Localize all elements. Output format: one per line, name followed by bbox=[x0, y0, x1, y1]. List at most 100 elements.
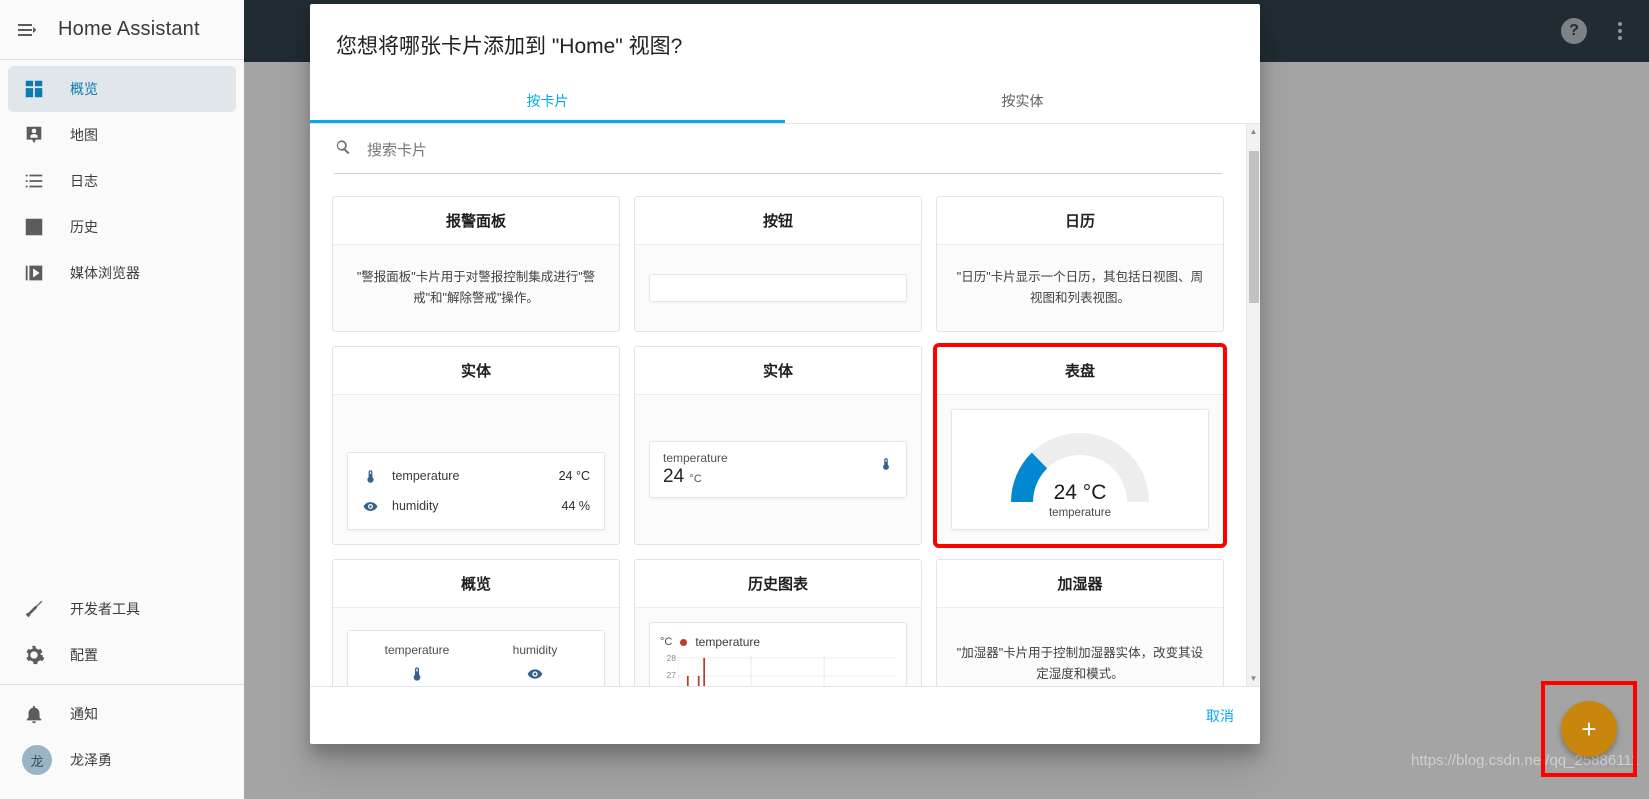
card-option-preview: temperature 24 °C bbox=[635, 395, 921, 544]
sidebar-item-logbook[interactable]: 日志 bbox=[8, 158, 236, 204]
hammer-wrench-icon bbox=[22, 597, 46, 621]
entity-unit: °C bbox=[689, 473, 702, 485]
sidebar-item-user[interactable]: 龙 龙泽勇 bbox=[8, 737, 236, 783]
eye-icon bbox=[362, 499, 378, 514]
sidebar-item-label: 配置 bbox=[70, 647, 98, 663]
sidebar-tools: 开发者工具 配置 bbox=[0, 586, 244, 678]
sidebar-divider bbox=[0, 684, 244, 685]
bell-icon bbox=[22, 702, 46, 726]
sidebar-item-overview[interactable]: 概览 bbox=[8, 66, 236, 112]
add-card-fab[interactable]: + bbox=[1561, 701, 1617, 757]
cancel-button[interactable]: 取消 bbox=[1206, 706, 1234, 726]
gear-icon bbox=[22, 643, 46, 667]
button-card-preview bbox=[649, 274, 907, 302]
card-option-title: 实体 bbox=[635, 347, 921, 395]
sidebar-item-label: 概览 bbox=[70, 81, 98, 97]
y-tick: 28 bbox=[666, 652, 676, 663]
view-dashboard-icon bbox=[22, 77, 46, 101]
chart-canvas bbox=[678, 655, 896, 686]
sidebar-item-map[interactable]: 地图 bbox=[8, 112, 236, 158]
thermometer-icon bbox=[362, 469, 378, 484]
glance-item-name: humidity bbox=[512, 643, 558, 657]
scrollbar-thumb[interactable] bbox=[1249, 151, 1259, 303]
app-title: Home Assistant bbox=[58, 18, 200, 40]
chart-box-icon bbox=[22, 215, 46, 239]
card-option-preview bbox=[635, 245, 921, 331]
format-list-icon bbox=[22, 169, 46, 193]
eye-icon bbox=[476, 666, 594, 686]
card-option-title: 报警面板 bbox=[333, 197, 619, 245]
tab-by-card[interactable]: 按卡片 bbox=[310, 78, 785, 123]
glance-card-preview: temperature 24 °C humidity bbox=[347, 630, 605, 686]
entity-name: temperature bbox=[663, 451, 728, 465]
sidebar-item-label: 媒体浏览器 bbox=[70, 265, 140, 281]
entities-row-value: 44 % bbox=[561, 499, 591, 513]
sidebar-item-label: 通知 bbox=[70, 706, 98, 722]
legend-marker bbox=[680, 638, 688, 646]
search-input[interactable] bbox=[367, 141, 1222, 159]
tab-indicator bbox=[310, 120, 785, 123]
card-option-history-graph[interactable]: 历史图表 °C temperature 28 27 bbox=[634, 559, 922, 686]
sidebar-header: Home Assistant bbox=[0, 0, 244, 60]
sidebar-item-configuration[interactable]: 配置 bbox=[8, 632, 236, 678]
card-option-title: 历史图表 bbox=[635, 560, 921, 608]
chart-legend: °C temperature bbox=[660, 635, 896, 649]
card-option-entity[interactable]: 实体 temperature 24 °C bbox=[634, 346, 922, 545]
scroll-up-icon[interactable]: ▲ bbox=[1250, 124, 1258, 139]
sidebar-item-media-browser[interactable]: 媒体浏览器 bbox=[8, 250, 236, 296]
map-marker-icon bbox=[22, 123, 46, 147]
entities-card-preview: temperature 24 °C humidity 44 % bbox=[347, 452, 605, 530]
dialog-scrollbar[interactable]: ▲ ▼ bbox=[1246, 124, 1260, 686]
history-graph-preview: °C temperature 28 27 26 25 bbox=[649, 622, 907, 686]
chart-plot-area: 28 27 26 25 bbox=[660, 652, 896, 686]
menu-collapse-icon[interactable] bbox=[10, 13, 44, 47]
card-option-title: 概览 bbox=[333, 560, 619, 608]
search-row bbox=[334, 138, 1222, 174]
sidebar-user-label: 龙泽勇 bbox=[70, 752, 112, 768]
card-option-calendar[interactable]: 日历 "日历"卡片显示一个日历，其包括日视图、周视图和列表视图。 bbox=[936, 196, 1224, 332]
card-option-preview: temperature 24 °C humidity 44 % bbox=[333, 395, 619, 544]
card-option-humidifier[interactable]: 加湿器 "加湿器"卡片用于控制加湿器实体，改变其设定湿度和模式。 bbox=[936, 559, 1224, 686]
legend-label: temperature bbox=[695, 635, 761, 649]
entity-value: 24 bbox=[663, 466, 685, 487]
sidebar-item-label: 历史 bbox=[70, 219, 98, 235]
card-option-preview: temperature 24 °C humidity bbox=[333, 608, 619, 686]
chart-unit-label: °C bbox=[660, 636, 673, 648]
avatar: 龙 bbox=[22, 745, 52, 775]
card-option-button[interactable]: 按钮 bbox=[634, 196, 922, 332]
card-option-alarm-panel[interactable]: 报警面板 "警报面板"卡片用于对警报控制集成进行"警戒"和"解除警戒"操作。 bbox=[332, 196, 620, 332]
card-option-description: "警报面板"卡片用于对警报控制集成进行"警戒"和"解除警戒"操作。 bbox=[356, 270, 596, 305]
dialog-tabs: 按卡片 按实体 bbox=[310, 78, 1260, 124]
card-option-description: "加湿器"卡片用于控制加湿器实体，改变其设定湿度和模式。 bbox=[956, 646, 1204, 681]
glance-item-name: temperature bbox=[384, 643, 450, 657]
sidebar: Home Assistant 概览 地图 日志 历史 媒体浏览器 开发者工具 配… bbox=[0, 0, 244, 799]
search-icon bbox=[334, 138, 353, 162]
sidebar-item-history[interactable]: 历史 bbox=[8, 204, 236, 250]
scrollbar-track[interactable] bbox=[1247, 139, 1260, 671]
sidebar-item-notifications[interactable]: 通知 bbox=[8, 691, 236, 737]
sidebar-item-developer-tools[interactable]: 开发者工具 bbox=[8, 586, 236, 632]
thermometer-icon bbox=[879, 451, 893, 476]
play-box-icon bbox=[22, 261, 46, 285]
card-option-preview: "日历"卡片显示一个日历，其包括日视图、周视图和列表视图。 bbox=[937, 245, 1223, 331]
card-option-preview: 24 °C temperature bbox=[937, 395, 1223, 544]
gauge-value: 24 °C bbox=[1053, 481, 1107, 504]
card-option-glance[interactable]: 概览 temperature 24 °C bbox=[332, 559, 620, 686]
sidebar-nav: 概览 地图 日志 历史 媒体浏览器 bbox=[0, 60, 244, 296]
entities-row: temperature 24 °C bbox=[362, 461, 590, 491]
entities-row: humidity 44 % bbox=[362, 491, 590, 521]
card-option-title: 日历 bbox=[937, 197, 1223, 245]
dialog-footer: 取消 bbox=[310, 686, 1260, 744]
glance-item: humidity 44 % bbox=[476, 643, 594, 686]
sidebar-item-label: 开发者工具 bbox=[70, 601, 140, 617]
card-option-preview: °C temperature 28 27 26 25 bbox=[635, 608, 921, 686]
card-picker-grid: 报警面板 "警报面板"卡片用于对警报控制集成进行"警戒"和"解除警戒"操作。 按… bbox=[310, 174, 1246, 686]
card-option-description: "日历"卡片显示一个日历，其包括日视图、周视图和列表视图。 bbox=[956, 270, 1204, 305]
card-option-entities[interactable]: 实体 temperature 24 °C humidity 44 % bbox=[332, 346, 620, 545]
sidebar-bottom: 通知 龙 龙泽勇 bbox=[0, 691, 244, 799]
tab-by-entity[interactable]: 按实体 bbox=[785, 78, 1260, 123]
scroll-down-icon[interactable]: ▼ bbox=[1250, 671, 1258, 686]
entities-row-name: humidity bbox=[392, 499, 439, 513]
card-option-gauge[interactable]: 表盘 24 °C temperature bbox=[933, 343, 1227, 548]
